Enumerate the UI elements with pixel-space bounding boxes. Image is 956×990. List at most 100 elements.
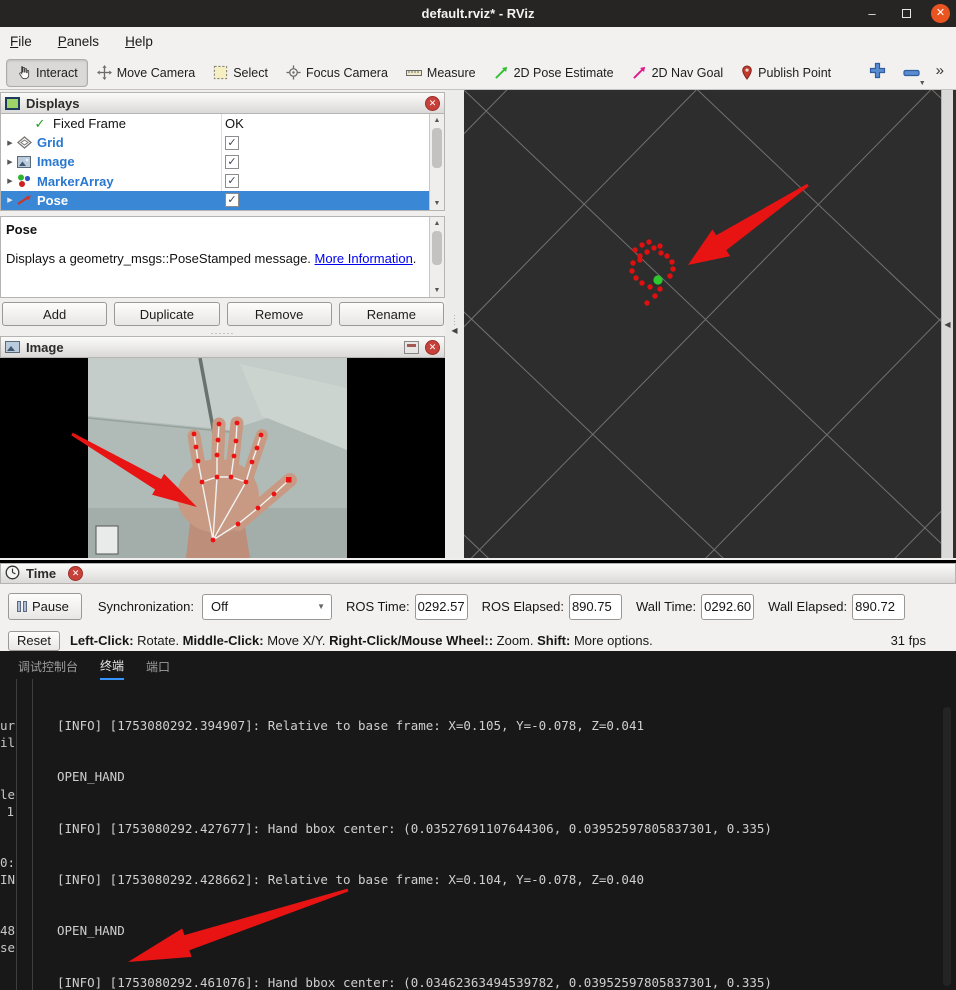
expander-icon[interactable]: ▶ — [1, 196, 15, 204]
window-title: default.rviz* - RViz — [0, 6, 956, 21]
menu-help[interactable]: Help — [125, 34, 153, 49]
row-grid[interactable]: ▶ Grid ✓ — [1, 133, 444, 152]
tab-ports[interactable]: 端口 — [146, 658, 170, 679]
minimize-button[interactable]: – — [863, 6, 881, 21]
image-float-button[interactable] — [404, 341, 419, 354]
check-ok-icon: ✓ — [31, 116, 49, 132]
row-pose[interactable]: ▶ Pose ✓ — [1, 191, 444, 210]
add-button[interactable]: Add — [2, 302, 107, 326]
horizontal-splitter[interactable]: ······ — [0, 329, 445, 336]
ros-elapsed-field[interactable]: 890.75 — [569, 594, 622, 620]
tool-move-camera[interactable]: Move Camera — [88, 59, 205, 87]
green-arrow-icon — [494, 65, 509, 80]
image-visibility-checkbox[interactable]: ✓ — [225, 155, 239, 169]
pause-icon — [17, 601, 27, 612]
hand-markers — [629, 239, 675, 305]
maximize-button[interactable] — [897, 6, 915, 21]
collapse-right-icon[interactable]: ◀ — [944, 320, 950, 329]
add-tool-button[interactable] — [866, 61, 890, 85]
pose-marker-green — [653, 275, 662, 284]
tool-focus-camera[interactable]: Focus Camera — [277, 59, 397, 87]
close-button[interactable]: ✕ — [931, 4, 950, 23]
time-panel-body: Pause Synchronization: Off ▼ ROS Time: 0… — [0, 584, 956, 629]
displays-close-icon[interactable]: ✕ — [425, 96, 440, 111]
image-panel-icon — [5, 341, 20, 353]
markerarray-visibility-checkbox[interactable]: ✓ — [225, 174, 239, 188]
rename-button[interactable]: Rename — [339, 302, 444, 326]
pane-divider[interactable] — [16, 679, 17, 990]
terminal-scrollbar[interactable] — [943, 707, 951, 986]
left-splitter[interactable]: ···· ◀ — [445, 90, 464, 558]
menubar: File Panels Help — [0, 27, 956, 56]
terminal-tabbar: 调试控制台 终端 端口 — [18, 655, 170, 681]
sync-label: Synchronization: — [98, 599, 194, 614]
pose-visibility-checkbox[interactable]: ✓ — [225, 193, 239, 207]
description-title: Pose — [6, 222, 424, 237]
tool-2d-pose-estimate[interactable]: 2D Pose Estimate — [485, 59, 623, 87]
tool-select[interactable]: Select — [204, 59, 277, 87]
fixed-frame-status: OK — [225, 116, 244, 131]
pause-button[interactable]: Pause — [8, 593, 82, 620]
toolbar-overflow-button[interactable]: » — [934, 62, 946, 83]
wall-elapsed-field[interactable]: 890.72 — [852, 594, 905, 620]
image-panel-header[interactable]: Image ✕ — [0, 336, 445, 358]
tool-2d-nav-goal[interactable]: 2D Nav Goal — [623, 59, 733, 87]
description-scrollbar[interactable]: ▲ ▼ — [429, 217, 444, 297]
row-fixed-frame[interactable]: ✓ Fixed Frame OK — [1, 114, 444, 133]
displays-panel-header[interactable]: Displays ✕ — [0, 92, 445, 114]
ruler-icon — [406, 67, 422, 79]
row-image[interactable]: ▶ Image ✓ — [1, 152, 444, 171]
minus-icon — [903, 64, 920, 82]
wall-time-field[interactable]: 0292.60 — [701, 594, 754, 620]
dropdown-hint-icon: ▼ — [919, 80, 926, 87]
time-close-icon[interactable]: ✕ — [68, 566, 83, 581]
display-description: Pose Displays a geometry_msgs::PoseStamp… — [0, 216, 445, 298]
grid-visibility-checkbox[interactable]: ✓ — [225, 136, 239, 150]
displays-tree: ✓ Fixed Frame OK ▶ Grid ✓ ▶ Image ✓ ▶ Ma… — [0, 114, 445, 211]
tab-debug-console[interactable]: 调试控制台 — [18, 658, 78, 679]
time-panel-title: Time — [26, 566, 56, 581]
duplicate-button[interactable]: Duplicate — [114, 302, 219, 326]
select-box-icon — [213, 65, 228, 80]
remove-button[interactable]: Remove — [227, 302, 332, 326]
toolbar: Interact Move Camera Select Focus Camera… — [0, 56, 956, 90]
dropdown-arrow-icon: ▼ — [317, 602, 325, 611]
expander-icon[interactable]: ▶ — [1, 158, 15, 166]
description-text: Displays a geometry_msgs::PoseStamped me… — [6, 251, 424, 266]
scroll-up-icon[interactable]: ▲ — [430, 114, 444, 127]
right-splitter[interactable]: ◀ — [941, 90, 953, 558]
scroll-up-icon[interactable]: ▲ — [430, 217, 444, 230]
plus-icon — [869, 62, 886, 84]
tool-measure[interactable]: Measure — [397, 59, 485, 87]
remove-tool-button[interactable]: ▼ — [900, 61, 924, 85]
row-markerarray[interactable]: ▶ MarkerArray ✓ — [1, 172, 444, 191]
image-display-icon — [15, 156, 33, 168]
log-line: OPEN_HAND — [57, 922, 956, 939]
expander-icon[interactable]: ▶ — [1, 139, 15, 147]
menu-panels[interactable]: Panels — [58, 34, 99, 49]
scrollbar-thumb[interactable] — [432, 231, 442, 265]
reset-button[interactable]: Reset — [8, 631, 60, 651]
tool-interact[interactable]: Interact — [6, 59, 88, 87]
magenta-arrow-icon — [632, 65, 647, 80]
time-panel-header[interactable]: Time ✕ — [0, 563, 956, 584]
ros-time-field[interactable]: 0292.57 — [415, 594, 468, 620]
expander-icon[interactable]: ▶ — [1, 177, 15, 185]
menu-file[interactable]: File — [10, 34, 32, 49]
pane-divider[interactable] — [32, 679, 33, 990]
collapse-left-icon[interactable]: ◀ — [451, 326, 457, 335]
scroll-down-icon[interactable]: ▼ — [430, 197, 444, 210]
sync-dropdown[interactable]: Off ▼ — [202, 594, 332, 620]
scrollbar-thumb[interactable] — [432, 128, 442, 168]
terminal-panel[interactable]: 调试控制台 终端 端口 uril le1 0:IN 48se .cro rer,… — [0, 651, 956, 990]
image-close-icon[interactable]: ✕ — [425, 340, 440, 355]
render-view-3d[interactable] — [464, 90, 941, 558]
move-arrows-icon — [97, 65, 112, 80]
more-information-link[interactable]: More Information — [315, 251, 413, 266]
terminal-body[interactable]: uril le1 0:IN 48se .cro rer, ,ur ille 1 … — [0, 679, 956, 990]
ros-elapsed-label: ROS Elapsed: — [482, 599, 564, 614]
tab-terminal[interactable]: 终端 — [100, 657, 124, 680]
tree-scrollbar[interactable]: ▲ ▼ — [429, 114, 444, 210]
tool-publish-point[interactable]: Publish Point — [732, 59, 840, 87]
scroll-down-icon[interactable]: ▼ — [430, 284, 444, 297]
